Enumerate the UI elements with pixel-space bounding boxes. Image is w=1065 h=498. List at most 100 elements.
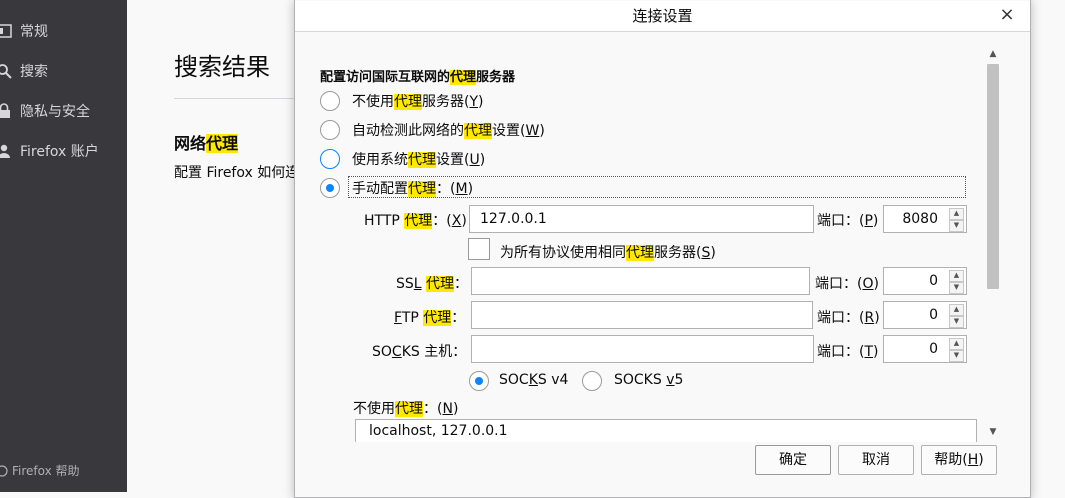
sidebar-item-account[interactable]: Firefox 账户	[0, 140, 99, 162]
sidebar-item-label: Firefox 账户	[20, 144, 99, 160]
system-proxy-label[interactable]: 使用系统代理设置(U)	[352, 149, 485, 169]
manual-proxy-label[interactable]: 手动配置代理：(M)	[352, 178, 473, 198]
auto-detect-radio[interactable]	[320, 120, 340, 140]
access-key: O	[862, 276, 874, 292]
page-title: 搜索结果	[174, 53, 270, 81]
close-icon[interactable]: ×	[996, 4, 1018, 26]
socks-v5-label[interactable]: SOCKS v5	[614, 372, 683, 388]
cancel-button[interactable]: 取消	[838, 445, 914, 475]
help-link[interactable]: Firefox 帮助	[0, 462, 80, 479]
stepper-buttons: ▲ ▼	[949, 304, 964, 328]
label-text: )	[478, 94, 484, 110]
http-proxy-label: HTTP 代理：(X)	[364, 210, 467, 230]
heading-text: 服务器	[476, 70, 516, 85]
access-key: v	[666, 372, 675, 388]
access-key: H	[967, 452, 979, 468]
label-text: )	[452, 401, 459, 417]
connection-settings-dialog: 连接设置 × 配置访问国际互联网的代理服务器 不使用代理服务器(Y) 自动检测此…	[294, 0, 1031, 498]
label-text: 服务器(	[654, 245, 702, 261]
ok-button[interactable]: 确定	[755, 445, 831, 475]
label-text: TP	[401, 310, 424, 326]
label-text: 端口：(	[817, 213, 865, 229]
dialog-scrollbar[interactable]: ▲ ▼	[985, 47, 1001, 442]
search-highlight: 代理	[450, 70, 477, 85]
access-key: P	[864, 213, 873, 229]
port-value: 0	[929, 341, 938, 357]
search-highlight: 代理	[206, 134, 239, 153]
no-proxy-label[interactable]: 不使用代理服务器(Y)	[352, 91, 484, 111]
port-value: 8080	[902, 211, 938, 227]
manual-proxy-radio[interactable]	[320, 178, 340, 198]
access-key: L	[413, 276, 422, 292]
search-highlight: 代理	[394, 94, 422, 110]
socks-v5-radio[interactable]	[582, 371, 602, 391]
ssl-port-label: 端口：(O)	[815, 273, 879, 293]
scroll-down-icon[interactable]: ▼	[985, 425, 1001, 439]
access-key: M	[455, 181, 468, 197]
search-highlight: 代理	[395, 401, 423, 417]
scroll-thumb[interactable]	[987, 64, 999, 289]
ftp-proxy-input[interactable]	[471, 301, 813, 329]
ssl-port-stepper[interactable]: 0 ▲ ▼	[883, 267, 967, 295]
search-icon	[0, 63, 12, 79]
access-key: N	[442, 401, 453, 417]
http-port-stepper[interactable]: 8080 ▲ ▼	[883, 205, 967, 233]
dialog-body: 配置访问国际互联网的代理服务器 不使用代理服务器(Y) 自动检测此网络的代理设置…	[295, 39, 987, 442]
stepper-down-icon[interactable]: ▼	[949, 220, 964, 232]
help-link-label: Firefox 帮助	[12, 464, 80, 478]
ftp-port-stepper[interactable]: 0 ▲ ▼	[883, 301, 967, 329]
ssl-proxy-input[interactable]	[471, 267, 810, 295]
sidebar-item-search[interactable]: 搜索	[0, 60, 48, 82]
stepper-up-icon[interactable]: ▲	[949, 338, 964, 350]
label-text: 端口：(	[817, 310, 865, 326]
sidebar-item-label: 隐私与安全	[20, 104, 90, 120]
label-text: 设置(	[492, 123, 526, 139]
http-proxy-input[interactable]: 127.0.0.1	[469, 205, 814, 233]
share-proxy-checkbox[interactable]	[468, 238, 490, 260]
section-title-text: 网络	[174, 134, 207, 153]
stepper-down-icon[interactable]: ▼	[949, 282, 964, 294]
stepper-buttons: ▲ ▼	[949, 338, 964, 362]
sidebar-item-label: 常规	[20, 24, 48, 40]
access-key: K	[528, 372, 538, 388]
no-proxy-radio[interactable]	[320, 91, 340, 111]
label-text: 为所有协议使用相同	[500, 245, 626, 261]
sidebar-item-general[interactable]: 常规	[0, 20, 48, 42]
label-text: SOCKS	[614, 372, 667, 388]
stepper-down-icon[interactable]: ▼	[949, 316, 964, 328]
sidebar-item-label: 搜索	[20, 64, 48, 80]
stepper-buttons: ▲ ▼	[949, 270, 964, 294]
auto-detect-label[interactable]: 自动检测此网络的代理设置(W)	[352, 120, 545, 140]
access-key: W	[525, 123, 540, 139]
share-proxy-label[interactable]: 为所有协议使用相同代理服务器(S)	[500, 242, 716, 262]
label-text: 不使用	[353, 401, 395, 417]
socks-v4-label[interactable]: SOCKS v4	[499, 372, 568, 388]
port-value: 0	[929, 273, 938, 289]
label-text: ：	[454, 276, 469, 292]
section-title: 网络代理	[174, 130, 239, 154]
scroll-up-icon[interactable]: ▲	[985, 47, 1001, 61]
ftp-proxy-label: FTP 代理：	[394, 307, 465, 327]
help-button[interactable]: 帮助(H)	[921, 445, 997, 475]
socks-host-input[interactable]	[471, 335, 814, 363]
section-description: 配置 Firefox 如何连	[174, 165, 300, 181]
search-highlight: 代理	[626, 245, 654, 261]
socks-v4-radio[interactable]	[469, 371, 489, 391]
label-text: 端口：(	[817, 344, 865, 360]
label-text: ：(	[432, 213, 452, 229]
stepper-up-icon[interactable]: ▲	[949, 304, 964, 316]
search-highlight: 代理	[404, 213, 433, 229]
label-text: 端口：(	[815, 276, 863, 292]
label-text: S v4	[537, 372, 569, 388]
no-proxy-textarea[interactable]: localhost, 127.0.0.1	[355, 419, 977, 442]
stepper-down-icon[interactable]: ▼	[949, 350, 964, 362]
access-key: X	[451, 213, 462, 229]
system-proxy-radio[interactable]	[320, 149, 340, 169]
stepper-up-icon[interactable]: ▲	[949, 270, 964, 282]
http-port-label: 端口：(P)	[817, 210, 878, 230]
sidebar-item-privacy[interactable]: 隐私与安全	[0, 100, 90, 122]
socks-port-stepper[interactable]: 0 ▲ ▼	[883, 335, 967, 363]
label-text: )	[461, 213, 467, 229]
stepper-up-icon[interactable]: ▲	[949, 208, 964, 220]
label-text: 不使用	[352, 94, 394, 110]
